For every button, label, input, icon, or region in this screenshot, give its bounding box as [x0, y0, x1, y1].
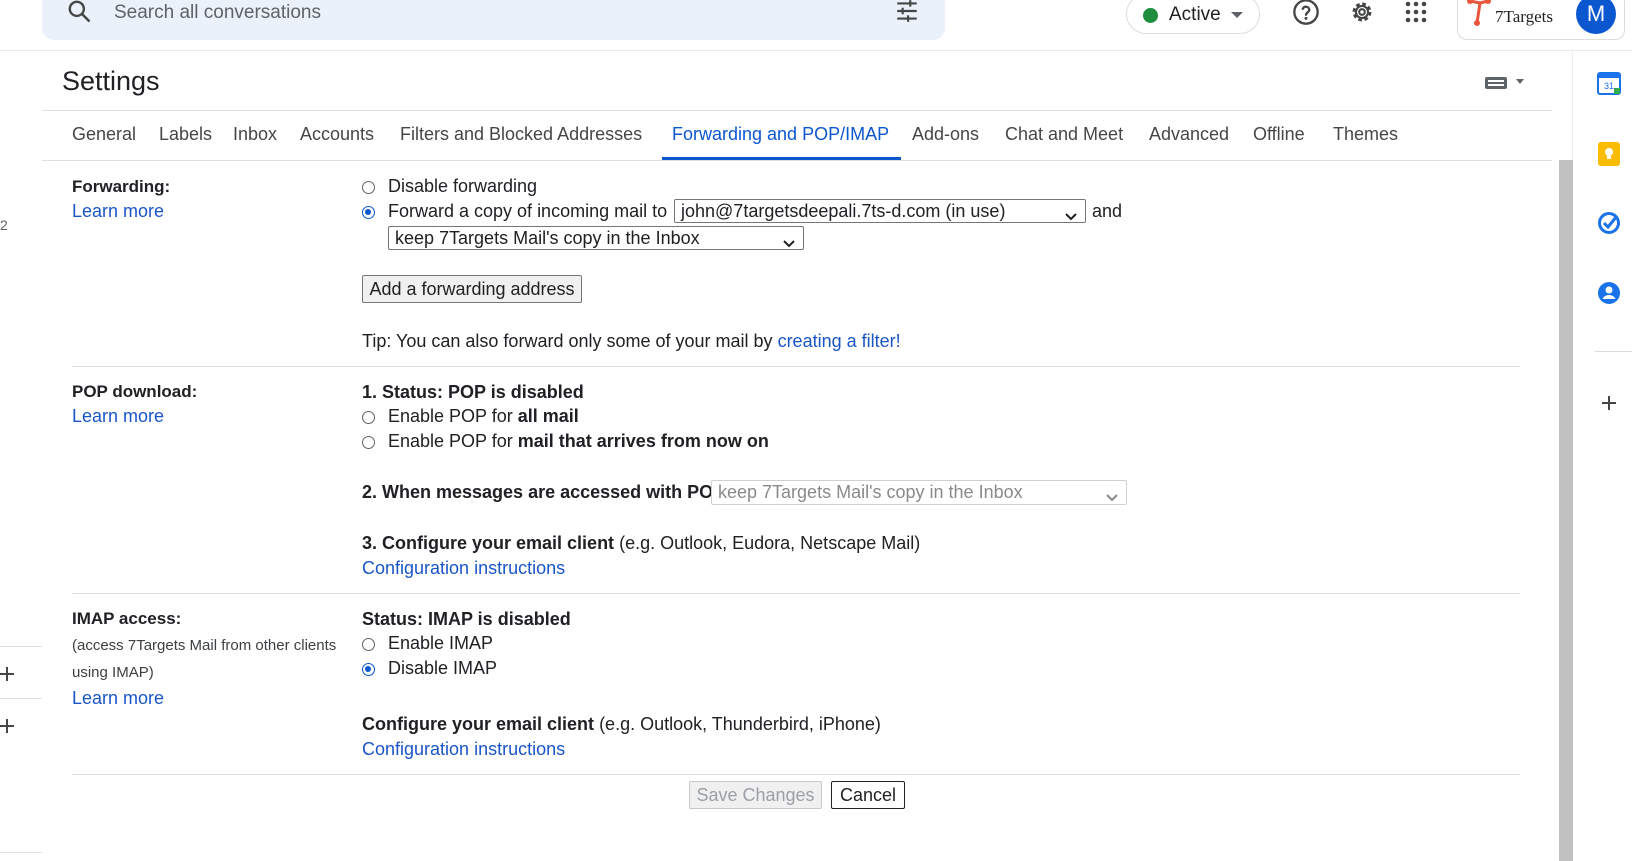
- status-label: Active: [1169, 4, 1221, 25]
- keyboard-icon[interactable]: [1484, 74, 1530, 97]
- enable-pop-all-label: Enable POP for all mail: [388, 406, 579, 427]
- calendar-icon[interactable]: 31: [1597, 71, 1621, 100]
- imap-configure-bold: Configure your email client: [362, 714, 595, 734]
- disable-forwarding-radio[interactable]: [362, 181, 375, 194]
- disable-imap-radio[interactable]: [362, 663, 375, 676]
- forward-address-value: john@7targetsdeepali.7ts-d.com (in use): [681, 201, 1006, 221]
- keep-icon[interactable]: [1597, 141, 1621, 172]
- disable-forwarding-label: Disable forwarding: [388, 176, 538, 196]
- pop-when-accessed-value: keep 7Targets Mail's copy in the Inbox: [718, 482, 1023, 502]
- enable-pop-now-radio[interactable]: [362, 436, 375, 449]
- pop-download-label: POP download:: [72, 382, 198, 401]
- left-divider: [0, 852, 42, 853]
- page-title: Settings: [62, 66, 160, 96]
- tab-general[interactable]: General: [72, 124, 136, 145]
- tab-themes[interactable]: Themes: [1333, 124, 1398, 145]
- imap-learn-more-link[interactable]: Learn more: [72, 688, 164, 709]
- help-icon[interactable]: [1292, 0, 1320, 31]
- copy-action-select[interactable]: keep 7Targets Mail's copy in the Inbox: [388, 226, 804, 250]
- tune-icon[interactable]: [894, 0, 920, 29]
- enable-pop-prefix: Enable POP for: [388, 406, 513, 426]
- plus-icon[interactable]: [1597, 391, 1621, 420]
- create-filter-link[interactable]: creating a filter!: [778, 331, 901, 351]
- tab-forwarding-pop-imap[interactable]: Forwarding and POP/IMAP: [672, 124, 889, 145]
- enable-imap-radio[interactable]: [362, 638, 375, 651]
- status-selector[interactable]: Active: [1126, 0, 1260, 34]
- forwarding-tip: Tip: You can also forward only some of y…: [362, 331, 901, 352]
- plus-icon[interactable]: [0, 716, 16, 741]
- pop-configure-bold: 3. Configure your email client: [362, 533, 615, 553]
- imap-configure-rest: (e.g. Outlook, Thunderbird, iPhone): [599, 714, 881, 734]
- pop-configure-text: 3. Configure your email client (e.g. Out…: [362, 533, 920, 554]
- tab-advanced[interactable]: Advanced: [1149, 124, 1229, 145]
- left-divider: [0, 646, 42, 647]
- tip-text: Tip: You can also forward only some of y…: [362, 331, 773, 351]
- side-panel-divider: [1595, 351, 1632, 352]
- status-active-dot: [1143, 8, 1158, 23]
- tab-inbox[interactable]: Inbox: [233, 124, 277, 145]
- chevron-down-icon: [1106, 486, 1118, 508]
- section-divider: [72, 593, 1520, 594]
- plus-icon[interactable]: [0, 664, 16, 689]
- pop-learn-more-link[interactable]: Learn more: [72, 406, 164, 427]
- pop-configure-rest: (e.g. Outlook, Eudora, Netscape Mail): [619, 533, 921, 553]
- brand-logo-icon: [1466, 0, 1498, 34]
- tab-accounts[interactable]: Accounts: [300, 124, 374, 145]
- svg-text:31: 31: [1604, 81, 1614, 91]
- copy-action-value: keep 7Targets Mail's copy in the Inbox: [395, 228, 700, 248]
- chevron-down-icon: [1231, 12, 1243, 18]
- apps-icon[interactable]: [1404, 0, 1428, 29]
- section-divider: [72, 366, 1520, 367]
- title-divider: [42, 110, 1552, 111]
- imap-access-label: IMAP access:: [72, 609, 182, 628]
- scrollbar[interactable]: [1559, 160, 1573, 861]
- imap-description-line2: using IMAP): [72, 664, 154, 681]
- enable-pop-all-bold: all mail: [517, 406, 579, 426]
- enable-pop-all-radio[interactable]: [362, 411, 375, 424]
- imap-configure-text: Configure your email client (e.g. Outloo…: [362, 714, 881, 735]
- disable-imap-label: Disable IMAP: [388, 658, 498, 678]
- enable-imap-label: Enable IMAP: [388, 633, 494, 653]
- forward-copy-label: Forward a copy of incoming mail to: [388, 201, 668, 221]
- section-divider: [72, 774, 1520, 775]
- tab-chat-meet[interactable]: Chat and Meet: [1005, 124, 1123, 145]
- cancel-button[interactable]: Cancel: [831, 781, 905, 809]
- header-divider: [0, 50, 1632, 51]
- forward-address-select[interactable]: john@7targetsdeepali.7ts-d.com (in use): [674, 199, 1086, 223]
- enable-pop-prefix: Enable POP for: [388, 431, 513, 451]
- forwarding-label: Forwarding:: [72, 177, 171, 196]
- tab-add-ons[interactable]: Add-ons: [912, 124, 979, 145]
- brand-name: 7Targets: [1495, 7, 1553, 26]
- forward-copy-radio[interactable]: [362, 206, 375, 219]
- save-changes-button[interactable]: Save Changes: [689, 781, 822, 809]
- pop-when-accessed-select[interactable]: keep 7Targets Mail's copy in the Inbox: [711, 480, 1127, 505]
- add-forwarding-address-button[interactable]: Add a forwarding address: [362, 275, 582, 303]
- side-panel: 31: [1572, 51, 1632, 861]
- search-input[interactable]: Search all conversations: [114, 2, 321, 24]
- forwarding-learn-more-link[interactable]: Learn more: [72, 201, 164, 222]
- search-bar[interactable]: Search all conversations: [42, 0, 945, 40]
- imap-configuration-instructions-link[interactable]: Configuration instructions: [362, 739, 565, 760]
- enable-pop-now-bold: mail that arrives from now on: [517, 431, 769, 451]
- gear-icon[interactable]: [1348, 0, 1376, 31]
- pop-configuration-instructions-link[interactable]: Configuration instructions: [362, 558, 565, 579]
- pop-status: 1. Status: POP is disabled: [362, 382, 584, 402]
- pop-when-accessed-label: 2. When messages are accessed with POP: [362, 482, 726, 502]
- left-nav-fragment: 2: [0, 217, 8, 233]
- tasks-icon[interactable]: [1597, 211, 1621, 240]
- tabs-divider: [42, 160, 1552, 161]
- imap-description-line1: (access 7Targets Mail from other clients: [72, 637, 337, 654]
- tab-filters[interactable]: Filters and Blocked Addresses: [400, 124, 642, 145]
- contacts-icon[interactable]: [1597, 281, 1621, 310]
- forward-and-text: and: [1092, 201, 1123, 221]
- enable-pop-now-label: Enable POP for mail that arrives from no…: [388, 431, 769, 452]
- left-divider: [0, 698, 42, 699]
- tab-offline[interactable]: Offline: [1253, 124, 1305, 145]
- imap-status: Status: IMAP is disabled: [362, 609, 571, 629]
- search-icon[interactable]: [66, 0, 92, 29]
- tab-labels[interactable]: Labels: [159, 124, 212, 145]
- chevron-down-icon: [1065, 205, 1077, 227]
- chevron-down-icon: [783, 232, 795, 254]
